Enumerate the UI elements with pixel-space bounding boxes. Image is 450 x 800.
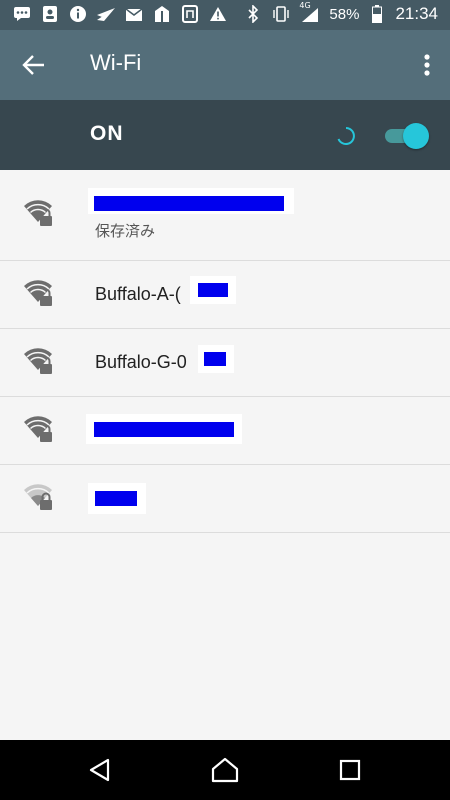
redacted-name-box xyxy=(88,483,146,514)
nfc-icon xyxy=(180,4,200,24)
app-bar: Wi-Fi xyxy=(0,30,450,100)
battery-icon xyxy=(367,4,387,24)
clock: 21:34 xyxy=(395,4,438,23)
message-icon xyxy=(12,4,32,24)
network-type-label: 4G xyxy=(299,1,311,10)
nav-recents-icon[interactable] xyxy=(336,755,366,785)
status-bar: 4G 58% 21:34 xyxy=(0,0,450,30)
redacted-name-box xyxy=(88,188,294,214)
redaction-bar xyxy=(94,422,234,437)
nav-back-icon[interactable] xyxy=(86,755,116,785)
redaction-bar xyxy=(204,352,226,366)
wifi-toggle[interactable] xyxy=(385,123,429,149)
contact-card-icon xyxy=(40,4,60,24)
redacted-name-box xyxy=(86,414,242,444)
more-vert-icon[interactable] xyxy=(420,50,434,80)
scanning-spinner-icon xyxy=(336,126,356,146)
battery-percent: 58% xyxy=(329,5,360,23)
system-nav-bar xyxy=(0,740,450,800)
redacted-name-box xyxy=(198,345,234,373)
redacted-name-box xyxy=(190,276,236,304)
toggle-thumb xyxy=(403,123,429,149)
nav-home-icon[interactable] xyxy=(210,755,240,785)
vibrate-icon xyxy=(271,4,291,24)
signal-icon: 4G xyxy=(299,1,321,24)
package-icon xyxy=(152,4,172,24)
wifi-lock-weak-icon xyxy=(22,482,58,516)
bluetooth-icon xyxy=(243,4,263,24)
network-status: 保存済み xyxy=(95,222,156,240)
system-icons: 4G 58% 21:34 xyxy=(243,1,438,24)
wifi-master-switch-bar[interactable]: ON xyxy=(0,100,450,170)
notification-icons xyxy=(12,4,228,24)
network-row[interactable]: Buffalo-A-( xyxy=(0,261,450,329)
info-icon xyxy=(68,4,88,24)
wifi-lock-icon xyxy=(22,346,58,380)
redaction-bar xyxy=(198,283,228,297)
network-name: Buffalo-A-( xyxy=(95,284,181,304)
back-arrow-icon[interactable] xyxy=(20,50,50,80)
network-name: Buffalo-G-0 xyxy=(95,352,187,372)
network-row[interactable]: Buffalo-G-0 xyxy=(0,329,450,397)
wifi-lock-icon xyxy=(22,414,58,448)
send-icon xyxy=(96,4,116,24)
switch-state-label: ON xyxy=(90,122,124,145)
mail-icon xyxy=(124,4,144,24)
network-list: 保存済み Buffalo-A-(Buffalo-G-0 xyxy=(0,170,450,533)
redaction-bar xyxy=(94,196,284,211)
network-row-saved[interactable]: 保存済み xyxy=(0,170,450,261)
redaction-bar xyxy=(95,491,137,506)
network-row[interactable] xyxy=(0,397,450,465)
wifi-lock-icon xyxy=(22,278,58,312)
network-row[interactable] xyxy=(0,465,450,533)
page-title: Wi-Fi xyxy=(90,50,142,75)
wifi-lock-icon xyxy=(22,198,58,232)
warning-icon xyxy=(208,4,228,24)
